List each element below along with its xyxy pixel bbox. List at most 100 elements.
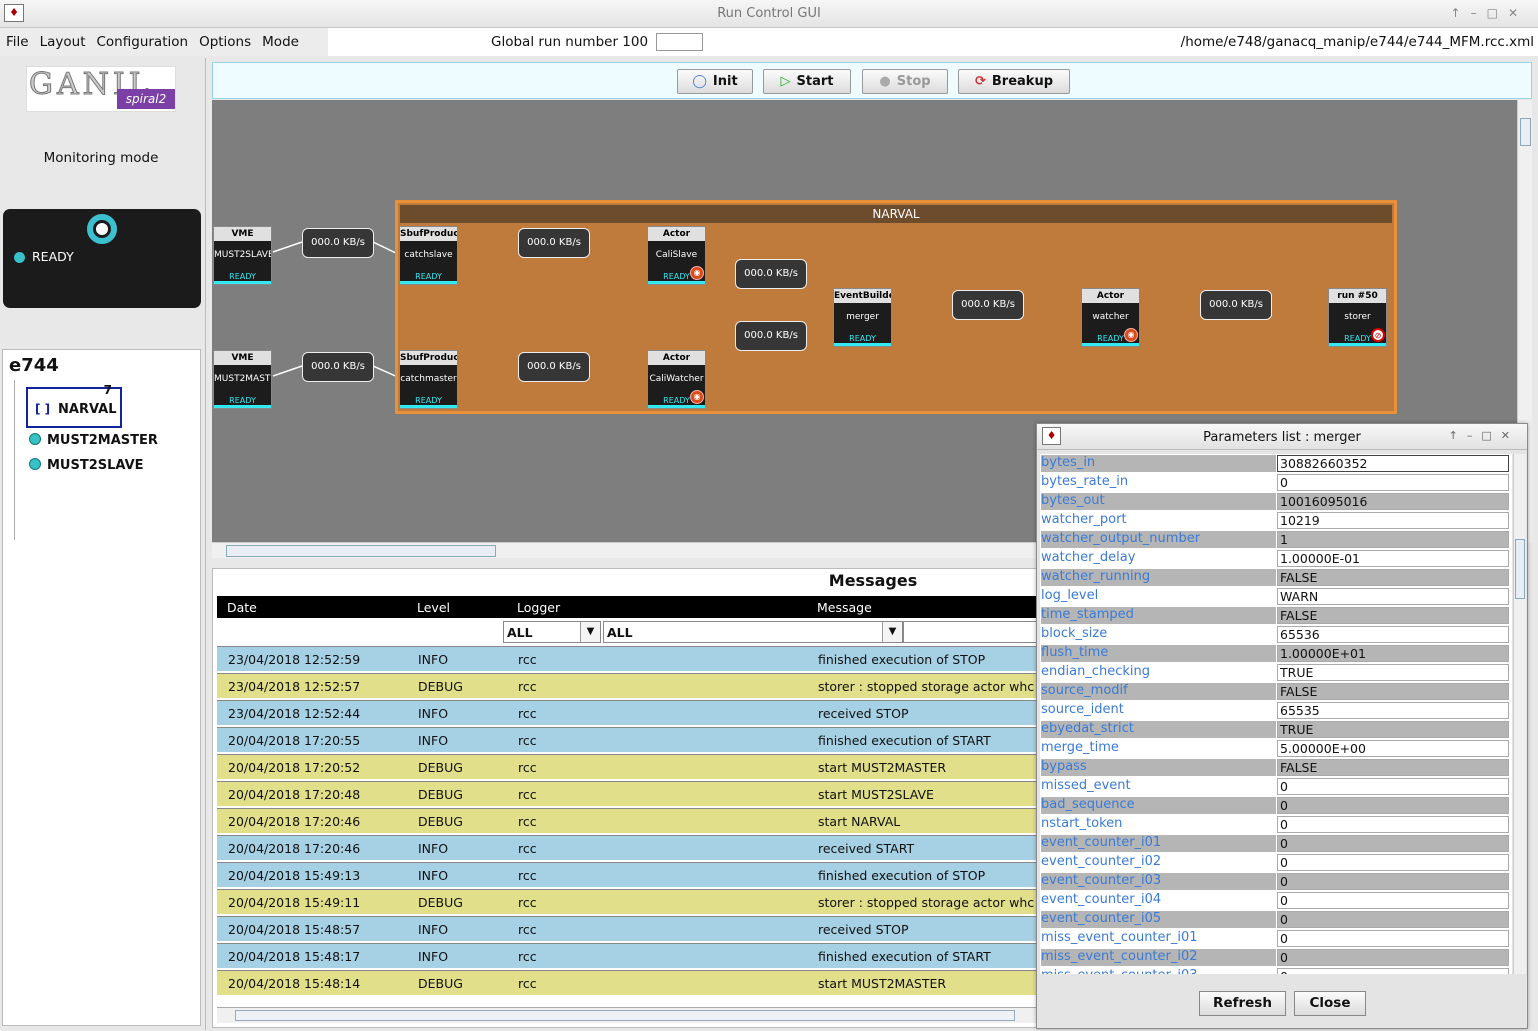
param-value[interactable]: 10219 bbox=[1277, 512, 1509, 529]
parameters-scrollbar[interactable] bbox=[1513, 454, 1526, 974]
start-button[interactable]: ▷ Start bbox=[763, 69, 851, 94]
param-value[interactable]: TRUE bbox=[1277, 664, 1509, 681]
col-logger[interactable]: Logger bbox=[517, 600, 560, 615]
param-row[interactable]: event_counter_i05 0 bbox=[1040, 910, 1512, 929]
param-value[interactable]: 1.00000E+01 bbox=[1277, 645, 1509, 662]
param-value[interactable]: 1.00000E-01 bbox=[1277, 550, 1509, 567]
param-row[interactable]: flush_time 1.00000E+01 bbox=[1040, 644, 1512, 663]
param-row[interactable]: event_counter_i04 0 bbox=[1040, 891, 1512, 910]
param-row[interactable]: endian_checking TRUE bbox=[1040, 663, 1512, 682]
param-row[interactable]: miss_event_counter_i01 0 bbox=[1040, 929, 1512, 948]
menu-layout[interactable]: Layout bbox=[34, 28, 91, 50]
close-button[interactable]: Close bbox=[1294, 991, 1366, 1016]
breakup-button[interactable]: ⟳ Breakup bbox=[958, 69, 1070, 94]
param-value[interactable]: 10016095016 bbox=[1277, 493, 1509, 510]
dialog-window-controls[interactable]: ↑–□✕ bbox=[1449, 429, 1519, 442]
node-merger[interactable]: EventBuildermergerREADY bbox=[833, 288, 892, 347]
node-storer[interactable]: run #50 storer READY ⊘ bbox=[1328, 288, 1387, 347]
tree-root[interactable]: e744 bbox=[9, 355, 59, 376]
run-number-input[interactable] bbox=[656, 33, 703, 51]
param-value[interactable]: WARN bbox=[1277, 588, 1509, 605]
param-row[interactable]: source_modif FALSE bbox=[1040, 682, 1512, 701]
col-level[interactable]: Level bbox=[417, 600, 450, 615]
param-value[interactable]: 30882660352 bbox=[1277, 455, 1509, 472]
table-row[interactable]: 20/04/2018 17:20:55 INFO rcc finished execu… bbox=[217, 727, 1047, 752]
param-row[interactable]: bytes_rate_in 0 bbox=[1040, 473, 1512, 492]
node-watcher[interactable]: Actor watcher READY ◉ bbox=[1081, 288, 1140, 347]
table-row[interactable]: 20/04/2018 17:20:52 DEBUG rcc start MUST2MA… bbox=[217, 754, 1047, 779]
param-row[interactable]: log_level WARN bbox=[1040, 587, 1512, 606]
param-row[interactable]: watcher_delay 1.00000E-01 bbox=[1040, 549, 1512, 568]
param-value[interactable]: 0 bbox=[1277, 892, 1509, 909]
param-row[interactable]: event_counter_i03 0 bbox=[1040, 872, 1512, 891]
table-row[interactable]: 20/04/2018 17:20:48 DEBUG rcc start MUST2SL… bbox=[217, 781, 1047, 806]
param-value[interactable]: FALSE bbox=[1277, 569, 1509, 586]
param-value[interactable]: 0 bbox=[1277, 949, 1509, 966]
table-row[interactable]: 23/04/2018 12:52:57 DEBUG rcc storer : stop… bbox=[217, 673, 1047, 698]
param-value[interactable]: 0 bbox=[1277, 835, 1509, 852]
param-row[interactable]: bypass FALSE bbox=[1040, 758, 1512, 777]
init-button[interactable]: ◯ Init bbox=[677, 69, 753, 94]
param-value[interactable]: 0 bbox=[1277, 474, 1509, 491]
param-row[interactable]: block_size 65536 bbox=[1040, 625, 1512, 644]
param-row[interactable]: bytes_in 30882660352 bbox=[1040, 454, 1512, 473]
param-value[interactable]: 0 bbox=[1277, 854, 1509, 871]
param-row[interactable]: watcher_output_number 1 bbox=[1040, 530, 1512, 549]
node-catchslave[interactable]: SbufProducecatchslaveREADY bbox=[399, 226, 458, 285]
table-row[interactable]: 20/04/2018 15:48:14 DEBUG rcc start MUST2MA… bbox=[217, 970, 1047, 995]
param-value[interactable]: FALSE bbox=[1277, 759, 1509, 776]
param-row[interactable]: miss_event_counter_i030 bbox=[1040, 967, 1512, 974]
param-value[interactable]: FALSE bbox=[1277, 683, 1509, 700]
param-row[interactable]: watcher_running FALSE bbox=[1040, 568, 1512, 587]
stop-button[interactable]: ● Stop bbox=[862, 69, 948, 94]
param-row[interactable]: time_stamped FALSE bbox=[1040, 606, 1512, 625]
menu-file[interactable]: File bbox=[0, 28, 34, 50]
param-row[interactable]: bytes_out 10016095016 bbox=[1040, 492, 1512, 511]
param-row[interactable]: event_counter_i02 0 bbox=[1040, 853, 1512, 872]
table-row[interactable]: 23/04/2018 12:52:44 INFO rcc received STOP bbox=[217, 700, 1047, 725]
param-value[interactable]: 1 bbox=[1277, 531, 1509, 548]
node-must2master[interactable]: VMEMUST2MASTERREADY bbox=[213, 350, 272, 409]
param-row[interactable]: merge_time 5.00000E+00 bbox=[1040, 739, 1512, 758]
param-row[interactable]: source_ident 65535 bbox=[1040, 701, 1512, 720]
param-value[interactable]: 0 bbox=[1277, 911, 1509, 928]
message-filter-input[interactable] bbox=[903, 621, 1043, 643]
table-row[interactable]: 20/04/2018 17:20:46 DEBUG rcc start NARVAL bbox=[217, 808, 1047, 833]
param-value[interactable]: 65536 bbox=[1277, 626, 1509, 643]
col-message[interactable]: Message bbox=[817, 600, 872, 615]
table-row[interactable]: 20/04/2018 17:20:46 INFO rcc received START bbox=[217, 835, 1047, 860]
logger-filter-select[interactable]: ALL ▼ bbox=[503, 621, 601, 643]
col-date[interactable]: Date bbox=[227, 600, 257, 615]
menu-mode[interactable]: Mode bbox=[256, 28, 304, 50]
param-value[interactable]: 65535 bbox=[1277, 702, 1509, 719]
param-row[interactable]: miss_event_counter_i02 0 bbox=[1040, 948, 1512, 967]
menu-options[interactable]: Options bbox=[193, 28, 256, 50]
refresh-button[interactable]: Refresh bbox=[1199, 991, 1286, 1016]
table-row[interactable]: 20/04/2018 15:49:13 INFO rcc finished execu… bbox=[217, 862, 1047, 887]
messages-horizontal-scrollbar[interactable] bbox=[217, 1007, 1047, 1023]
param-value[interactable]: 0 bbox=[1277, 816, 1509, 833]
table-row[interactable]: 20/04/2018 15:48:57 INFO rcc received STOP bbox=[217, 916, 1047, 941]
node-caliwatcher[interactable]: Actor CaliWatcher READY ◉ bbox=[647, 350, 706, 409]
param-value[interactable]: TRUE bbox=[1277, 721, 1509, 738]
param-value[interactable]: FALSE bbox=[1277, 607, 1509, 624]
param-row[interactable]: ebyedat_strict TRUE bbox=[1040, 720, 1512, 739]
param-value[interactable]: 0 bbox=[1277, 797, 1509, 814]
param-row[interactable]: event_counter_i01 0 bbox=[1040, 834, 1512, 853]
param-value[interactable]: 0 bbox=[1277, 778, 1509, 795]
table-row[interactable]: 20/04/2018 15:49:11 DEBUG rcc storer : stop… bbox=[217, 889, 1047, 914]
table-row[interactable]: 23/04/2018 12:52:59 INFO rcc finished execu… bbox=[217, 646, 1047, 671]
tree-node-must2master[interactable]: MUST2MASTER bbox=[29, 433, 158, 448]
param-row[interactable]: watcher_port 10219 bbox=[1040, 511, 1512, 530]
window-controls[interactable]: ↑–□✕ bbox=[1451, 6, 1528, 20]
param-row[interactable]: bad_sequence 0 bbox=[1040, 796, 1512, 815]
menu-configuration[interactable]: Configuration bbox=[91, 28, 194, 50]
node-calislave[interactable]: Actor CaliSlave READY ◉ bbox=[647, 226, 706, 285]
param-row[interactable]: missed_event 0 bbox=[1040, 777, 1512, 796]
param-value[interactable]: 5.00000E+00 bbox=[1277, 740, 1509, 757]
param-value[interactable]: 0 bbox=[1277, 930, 1509, 947]
param-row[interactable]: nstart_token 0 bbox=[1040, 815, 1512, 834]
param-value[interactable]: 0 bbox=[1277, 873, 1509, 890]
node-catchmaster[interactable]: SbufProducecatchmasterREADY bbox=[399, 350, 458, 409]
param-value[interactable]: 0 bbox=[1277, 968, 1509, 974]
